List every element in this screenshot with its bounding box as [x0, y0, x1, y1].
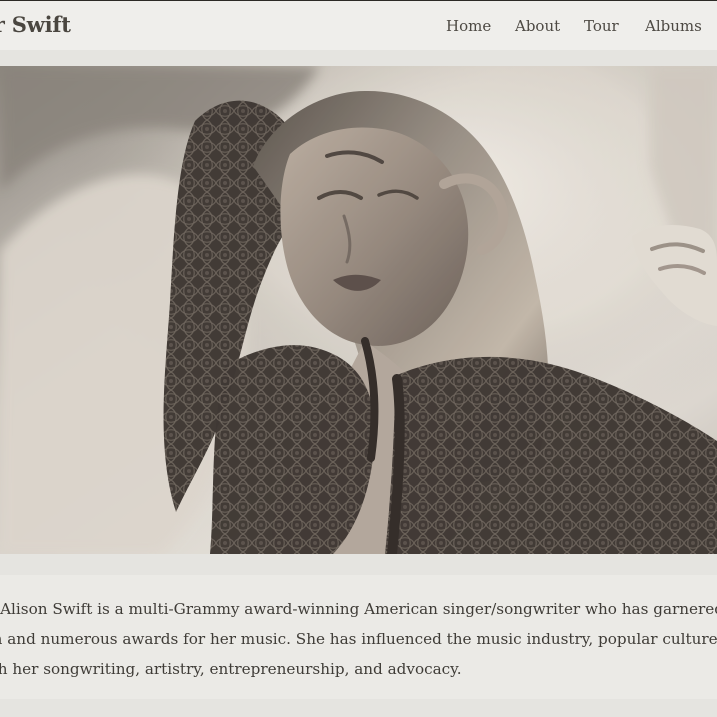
nav-tour[interactable]: Tour — [584, 17, 619, 35]
bio-section: r Alison Swift is a multi-Grammy award-w… — [0, 575, 717, 699]
nav-about[interactable]: About — [515, 17, 560, 35]
site-title[interactable]: or Swift — [0, 12, 71, 37]
nav-albums[interactable]: Albums — [645, 17, 702, 35]
page: or Swift Home About Tour Albums — [0, 0, 717, 717]
bio-line-2: m and numerous awards for her music. She… — [0, 630, 717, 648]
portrait-photo — [0, 66, 717, 554]
site-header: or Swift Home About Tour Albums — [0, 1, 717, 50]
hero-image — [0, 66, 717, 554]
bio-line-3: gh her songwriting, artistry, entreprene… — [0, 660, 462, 678]
bio-line-1: r Alison Swift is a multi-Grammy award-w… — [0, 600, 717, 618]
bio-text: r Alison Swift is a multi-Grammy award-w… — [0, 594, 717, 684]
nav-home[interactable]: Home — [446, 17, 491, 35]
